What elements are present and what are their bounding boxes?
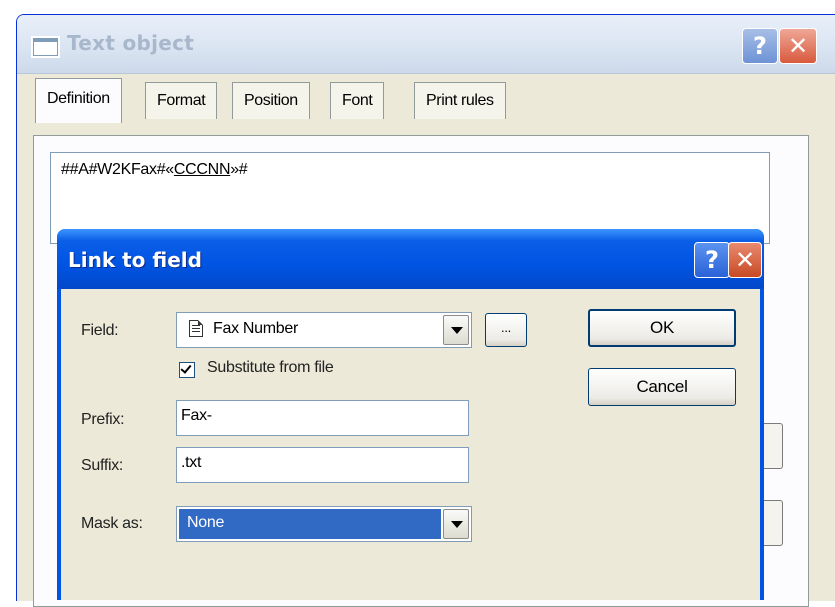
link-to-field-dialog: Link to field ? ✕ Field: Fax Number ... … [57,229,764,600]
mask-combo[interactable]: None [176,506,472,542]
mask-combo-value: None [187,514,225,531]
mask-label: Mask as: [81,515,143,532]
tab-format[interactable]: Format [145,82,218,119]
tab-definition[interactable]: Definition [35,78,122,123]
prefix-label: Prefix: [81,411,125,428]
window-icon [31,36,60,58]
substitute-label[interactable]: Substitute from file [207,359,334,377]
help-button[interactable]: ? [742,28,778,64]
tab-position[interactable]: Position [232,82,310,119]
field-document-icon [189,320,203,337]
dialog-body: Field: Fax Number ... Substitute from fi… [61,289,760,600]
chevron-down-icon[interactable] [443,509,469,539]
close-button[interactable]: ✕ [779,28,817,64]
browse-button[interactable]: ... [485,313,527,347]
substitute-checkbox[interactable] [179,362,195,378]
field-combo-value: Fax Number [213,320,299,337]
suffix-input[interactable]: .txt [176,447,469,483]
field-label: Field: [81,322,119,339]
dialog-title: Link to field [68,248,202,272]
ok-button[interactable]: OK [588,309,736,347]
prefix-input[interactable]: Fax- [176,400,469,436]
expression-prefix: ##A#W2KFax#« [61,161,174,178]
expression-field: CCCNN [173,161,231,178]
dialog-titlebar[interactable]: Link to field ? ✕ [57,229,764,289]
window-title: Text object [67,31,195,55]
tab-font[interactable]: Font [330,82,385,119]
chevron-down-icon[interactable] [443,315,469,345]
cancel-button[interactable]: Cancel [588,368,736,406]
window-titlebar[interactable]: Text object ? ✕ [17,15,835,74]
dialog-close-button[interactable]: ✕ [728,242,762,278]
dialog-help-button[interactable]: ? [694,242,730,278]
field-combo[interactable]: Fax Number [176,312,472,348]
expression-suffix: »# [230,161,248,178]
tab-print-rules[interactable]: Print rules [414,82,506,119]
suffix-label: Suffix: [81,457,124,474]
